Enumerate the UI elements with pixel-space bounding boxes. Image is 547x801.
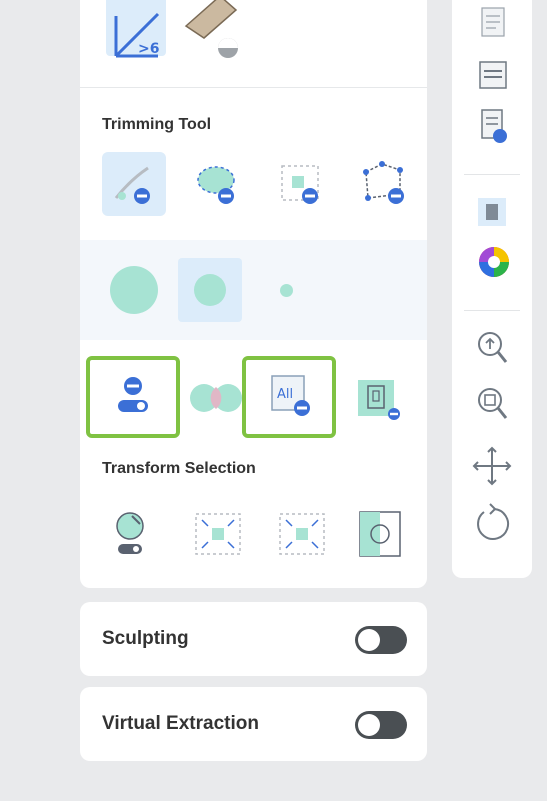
document-settings-icon	[481, 109, 507, 143]
color-picker-button[interactable]	[464, 240, 520, 288]
expand-selection-icon	[279, 513, 325, 555]
zoom-in-icon	[478, 332, 508, 363]
box-trim-button[interactable]	[270, 152, 334, 216]
move-icon	[472, 446, 512, 486]
sculpting-card: Sculpting	[80, 602, 427, 676]
sculpting-toggle[interactable]	[355, 626, 407, 654]
rotate-icon	[477, 503, 510, 540]
transform-toggle-button[interactable]	[102, 502, 166, 566]
transform-toggle-icon	[116, 512, 144, 554]
overlap-icon	[190, 384, 242, 412]
color-picker-icon	[479, 247, 509, 277]
move-button[interactable]	[464, 442, 520, 490]
remove-by-toggle-button[interactable]	[86, 356, 180, 438]
rotate-button[interactable]	[464, 500, 520, 548]
crop-tool-icon[interactable]: >6	[100, 0, 172, 66]
list-button[interactable]	[464, 54, 520, 102]
brush-large-dot	[110, 266, 158, 314]
invert-selection-button[interactable]	[348, 502, 412, 566]
segmentation-panel: >6 Trimming Tool All Transform Selection	[80, 0, 427, 588]
eraser-tool-icon[interactable]	[180, 0, 252, 66]
transform-selection-title: Transform Selection	[102, 460, 256, 477]
remove-selection-icon	[358, 380, 400, 420]
lasso-trim-button[interactable]	[102, 152, 166, 216]
remove-all-label: All	[277, 387, 293, 402]
document-settings-button[interactable]	[464, 106, 520, 154]
smart-trim-button[interactable]	[186, 152, 250, 216]
sculpting-label: Sculpting	[102, 628, 189, 649]
polygon-trim-icon	[363, 161, 404, 204]
brush-medium-dot	[194, 274, 226, 306]
brush-large-button[interactable]	[102, 258, 166, 322]
top-tool-row: >6	[100, 0, 270, 66]
zoom-fit-icon	[478, 388, 508, 419]
toggle-knob	[358, 714, 380, 736]
svg-text:>6: >6	[138, 41, 159, 57]
shrink-selection-icon	[195, 513, 241, 555]
report-icon	[481, 7, 505, 37]
zoom-in-button[interactable]	[464, 324, 520, 372]
toolbar-divider	[464, 174, 520, 175]
expand-selection-button[interactable]	[270, 502, 334, 566]
virtual-extraction-label: Virtual Extraction	[102, 713, 259, 734]
model-view-icon	[478, 198, 506, 226]
box-trim-icon	[281, 165, 319, 204]
brush-small-button[interactable]	[254, 258, 318, 322]
report-button[interactable]	[464, 2, 520, 50]
smart-trim-icon	[197, 166, 235, 204]
brush-small-dot	[280, 284, 293, 297]
zoom-fit-button[interactable]	[464, 380, 520, 428]
shrink-selection-button[interactable]	[186, 502, 250, 566]
remove-all-button[interactable]: All	[242, 356, 336, 438]
brush-size-strip	[80, 240, 427, 340]
polygon-trim-button[interactable]	[354, 152, 418, 216]
toolbar-divider	[464, 310, 520, 311]
list-icon	[479, 61, 507, 89]
model-view-button[interactable]	[464, 188, 520, 236]
remove-all-icon: All	[271, 375, 310, 416]
lasso-trim-icon	[114, 166, 150, 204]
overlap-button[interactable]	[184, 368, 248, 432]
toggle-knob	[358, 629, 380, 651]
trimming-tool-title: Trimming Tool	[102, 116, 212, 133]
remove-selection-button[interactable]	[348, 368, 412, 432]
invert-selection-icon	[359, 511, 401, 557]
virtual-extraction-card: Virtual Extraction	[80, 687, 427, 761]
right-toolbar	[452, 0, 532, 578]
section-divider	[80, 87, 427, 88]
brush-medium-button[interactable]	[178, 258, 242, 322]
virtual-extraction-toggle[interactable]	[355, 711, 407, 739]
remove-by-toggle-icon	[118, 377, 148, 412]
